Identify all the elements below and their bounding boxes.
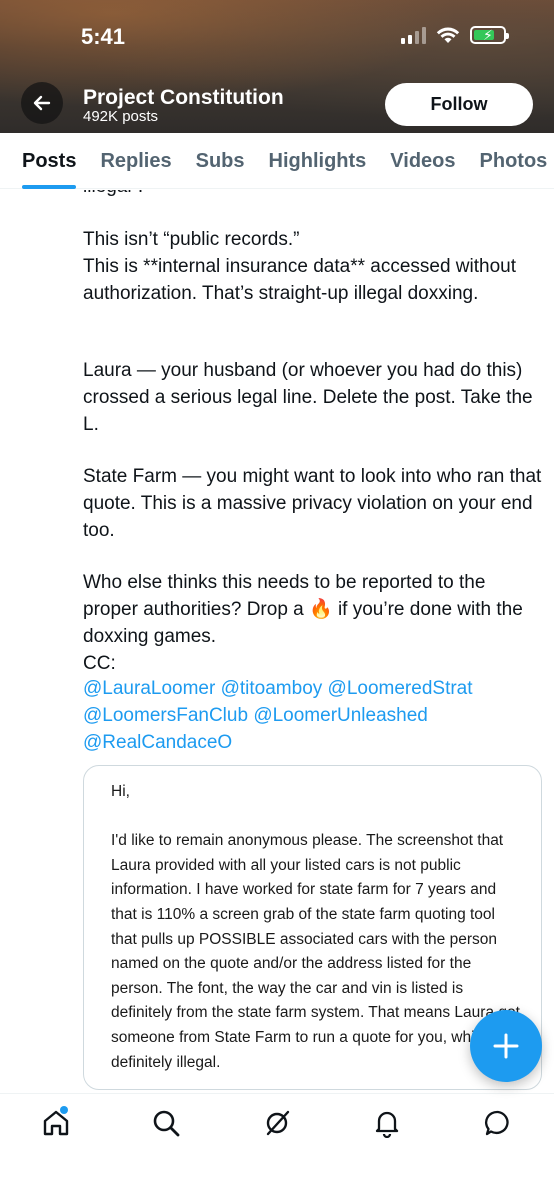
- post-paragraph: Who else thinks this needs to be reporte…: [83, 572, 523, 674]
- tab-replies[interactable]: Replies: [100, 133, 171, 189]
- compose-button[interactable]: [470, 1010, 542, 1082]
- mention-link[interactable]: @LoomerUnleashed: [253, 705, 428, 726]
- nav-grok[interactable]: [262, 1108, 292, 1138]
- notification-dot: [60, 1106, 68, 1114]
- back-button[interactable]: [21, 82, 63, 124]
- arrow-left-icon: [33, 95, 51, 111]
- nav-messages[interactable]: [483, 1108, 513, 1138]
- mention-list: @LauraLoomer @titoamboy @LoomeredStrat @…: [83, 675, 543, 756]
- tab-videos[interactable]: Videos: [390, 133, 455, 189]
- mention-link[interactable]: @LoomersFanClub: [83, 705, 248, 726]
- mention-link[interactable]: @titoamboy: [221, 678, 323, 699]
- search-icon: [153, 1110, 180, 1137]
- grok-icon: [266, 1110, 290, 1136]
- tab-highlights[interactable]: Highlights: [269, 133, 367, 189]
- profile-tabs: Posts Replies Subs Highlights Videos Pho…: [0, 133, 554, 189]
- embedded-image-text: Hi, I'd like to remain anonymous please.…: [111, 783, 520, 1071]
- profile-name: Project Constitution: [83, 86, 284, 109]
- mention-link[interactable]: @LauraLoomer: [83, 678, 215, 699]
- post-paragraph: This isn’t “public records.” This is **i…: [83, 229, 517, 304]
- wifi-icon: [436, 27, 460, 43]
- mention-link[interactable]: @LoomeredStrat: [328, 678, 473, 699]
- bottom-nav: [0, 1093, 554, 1200]
- tab-posts[interactable]: Posts: [22, 133, 77, 189]
- mention-link[interactable]: @RealCandaceO: [83, 732, 232, 753]
- post-paragraph: State Farm — you might want to look into…: [83, 466, 542, 541]
- status-time: 5:41: [81, 24, 126, 49]
- tab-subs[interactable]: Subs: [196, 133, 245, 189]
- follow-button[interactable]: Follow: [385, 83, 533, 126]
- post-count: 492K posts: [83, 108, 159, 125]
- cellular-signal-icon: [401, 26, 426, 44]
- nav-search[interactable]: [151, 1108, 181, 1138]
- battery-icon: ⚡: [470, 26, 509, 44]
- status-icons: ⚡: [401, 26, 509, 44]
- tab-photos[interactable]: Photos: [480, 133, 548, 189]
- bell-icon: [375, 1111, 399, 1138]
- post-text-cut-line: illegal”.: [83, 190, 143, 198]
- post-paragraph: Laura — your husband (or whoever you had…: [83, 360, 533, 435]
- message-icon: [484, 1110, 509, 1136]
- plus-icon: [493, 1033, 519, 1059]
- profile-header: 5:41 ⚡ Project Constitution 492K posts F…: [0, 0, 554, 133]
- nav-notifications[interactable]: [372, 1108, 402, 1138]
